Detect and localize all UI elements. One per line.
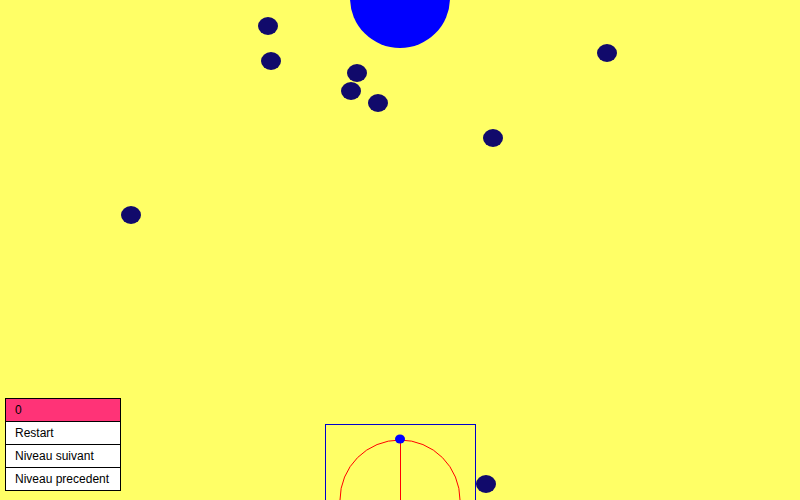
target-circle [350, 0, 450, 48]
obstacle-dot [597, 44, 617, 62]
obstacle-dot [476, 475, 496, 493]
obstacle-dot [121, 206, 141, 224]
game-menu: 0RestartNiveau suivantNiveau precedent [5, 398, 121, 491]
obstacle-dot [258, 17, 278, 35]
obstacle-dot [483, 129, 503, 147]
menu-item[interactable]: 0 [5, 398, 121, 422]
launcher[interactable] [326, 425, 476, 500]
obstacle-dot [261, 52, 281, 70]
obstacle-dot [341, 82, 361, 100]
menu-item[interactable]: Restart [5, 421, 121, 445]
ball [395, 435, 405, 444]
menu-item[interactable]: Niveau precedent [5, 467, 121, 491]
obstacle-dot [368, 94, 388, 112]
game-screen: 0RestartNiveau suivantNiveau precedent [0, 0, 800, 500]
menu-item[interactable]: Niveau suivant [5, 444, 121, 468]
obstacle-dot [347, 64, 367, 82]
